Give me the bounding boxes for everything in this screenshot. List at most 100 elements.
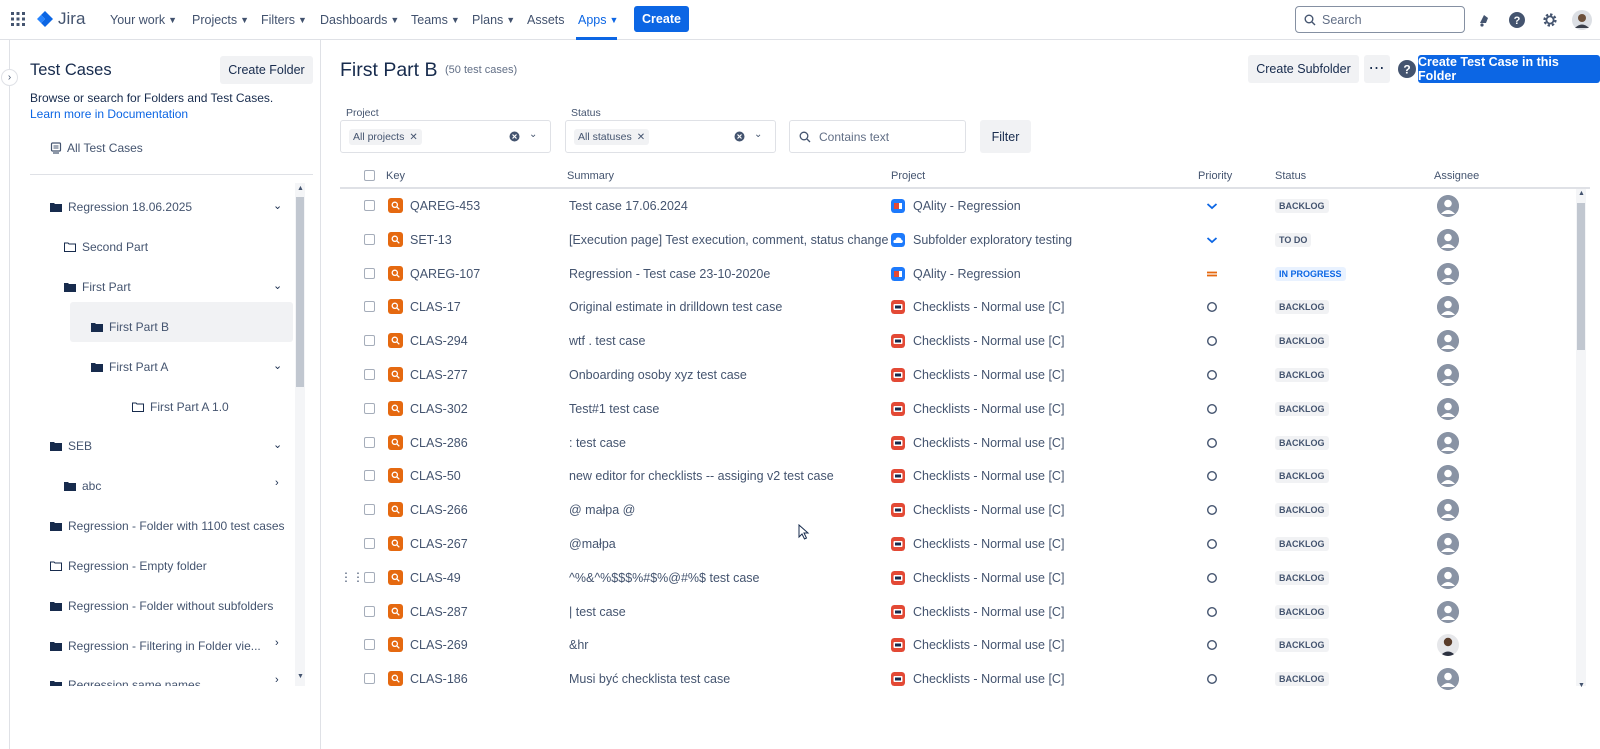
tree-item-first-part-a[interactable]: First Part A xyxy=(91,357,168,377)
tree-item-abc[interactable]: abc xyxy=(64,476,101,496)
table-row[interactable]: CLAS-277 Onboarding osoby xyz test case Ch… xyxy=(340,358,1570,392)
app-switcher-icon[interactable] xyxy=(10,11,26,27)
column-key[interactable]: Key xyxy=(386,170,405,182)
more-actions-button[interactable]: ⋯ xyxy=(1364,55,1390,83)
row-checkbox[interactable] xyxy=(364,233,375,245)
contains-text-input[interactable]: Contains text xyxy=(789,120,966,153)
status-badge[interactable]: BACKLOG xyxy=(1275,435,1329,450)
nav-projects[interactable]: Projects ▼ xyxy=(192,12,249,28)
scroll-down-arrow-icon[interactable]: ▼ xyxy=(297,673,304,680)
issue-key-link[interactable]: CLAS-50 xyxy=(410,469,461,483)
search-input[interactable]: Search xyxy=(1295,6,1465,33)
unassigned-avatar-icon[interactable] xyxy=(1437,397,1459,420)
issue-key-link[interactable]: CLAS-186 xyxy=(410,672,468,686)
row-checkbox[interactable] xyxy=(364,267,375,279)
chevron-right-icon[interactable]: › xyxy=(275,477,279,489)
issue-summary-link[interactable]: @ małpa @ xyxy=(569,503,635,517)
column-priority[interactable]: Priority xyxy=(1198,170,1232,182)
create-folder-button[interactable]: Create Folder xyxy=(220,56,313,84)
project-name[interactable]: Checklists - Normal use [C] xyxy=(913,368,1064,382)
issue-summary-link[interactable]: @małpa xyxy=(569,537,616,551)
notifications-icon[interactable] xyxy=(1474,10,1494,30)
help-icon[interactable]: ? xyxy=(1507,10,1527,30)
project-name[interactable]: Checklists - Normal use [C] xyxy=(913,334,1064,348)
row-checkbox[interactable] xyxy=(364,200,375,211)
create-button[interactable]: Create xyxy=(634,6,689,32)
issue-summary-link[interactable]: Test case 17.06.2024 xyxy=(569,199,688,213)
tree-item-regression-no-subfolders[interactable]: Regression - Folder without subfolders xyxy=(50,596,273,616)
project-name[interactable]: Checklists - Normal use [C] xyxy=(913,503,1064,517)
issue-summary-link[interactable]: Original estimate in drilldown test case xyxy=(569,300,782,314)
status-badge[interactable]: BACKLOG xyxy=(1275,469,1329,484)
issue-key-link[interactable]: CLAS-302 xyxy=(410,402,468,416)
row-checkbox[interactable] xyxy=(364,402,375,414)
unassigned-avatar-icon[interactable] xyxy=(1437,296,1459,319)
unassigned-avatar-icon[interactable] xyxy=(1437,228,1459,251)
unassigned-avatar-icon[interactable] xyxy=(1437,195,1459,217)
remove-chip-icon[interactable]: ✕ xyxy=(409,132,417,143)
table-row[interactable]: CLAS-266 @ małpa @ Checklists - Normal use… xyxy=(340,493,1570,527)
tree-item-regression-folder-1100[interactable]: Regression - Folder with 1100 test cases xyxy=(50,516,285,536)
issue-key-link[interactable]: CLAS-286 xyxy=(410,436,468,450)
status-badge[interactable]: BACKLOG xyxy=(1275,570,1329,585)
unassigned-avatar-icon[interactable] xyxy=(1437,533,1459,555)
unassigned-avatar-icon[interactable] xyxy=(1437,262,1459,285)
tree-item-first-part[interactable]: First Part xyxy=(64,277,131,297)
project-name[interactable]: Checklists - Normal use [C] xyxy=(913,672,1064,686)
issue-summary-link[interactable]: Test#1 test case xyxy=(569,402,659,416)
project-name[interactable]: Checklists - Normal use [C] xyxy=(913,571,1064,585)
nav-dashboards[interactable]: Dashboards ▼ xyxy=(320,12,399,28)
issue-key-link[interactable]: SET-13 xyxy=(410,233,452,247)
table-scrollbar-thumb[interactable] xyxy=(1577,203,1585,350)
expand-sidebar-button[interactable]: › xyxy=(1,69,18,86)
scroll-up-arrow-icon[interactable]: ▲ xyxy=(1578,190,1585,197)
tree-item-regression-18-06-2025[interactable]: Regression 18.06.2025 xyxy=(50,197,192,217)
issue-key-link[interactable]: CLAS-267 xyxy=(410,537,468,551)
issue-key-link[interactable]: CLAS-269 xyxy=(410,638,468,652)
issue-summary-link[interactable]: &hr xyxy=(569,638,588,652)
row-checkbox[interactable] xyxy=(364,605,375,617)
column-project[interactable]: Project xyxy=(891,170,925,182)
nav-assets[interactable]: Assets xyxy=(527,12,565,28)
status-badge[interactable]: BACKLOG xyxy=(1275,537,1329,551)
nav-filters[interactable]: Filters ▼ xyxy=(261,12,307,28)
issue-key-link[interactable]: CLAS-277 xyxy=(410,368,468,382)
status-badge[interactable]: IN PROGRESS xyxy=(1275,266,1346,281)
table-row[interactable]: CLAS-267 @małpa Checklists - Normal use [C… xyxy=(340,527,1570,561)
project-name[interactable]: Checklists - Normal use [C] xyxy=(913,605,1064,619)
project-name[interactable]: QAlity - Regression xyxy=(913,267,1021,281)
project-filter-select[interactable]: All projects ✕ ⌄ xyxy=(340,120,551,153)
unassigned-avatar-icon[interactable] xyxy=(1437,431,1459,454)
table-row[interactable]: CLAS-294 wtf . test case Checklists - Norm… xyxy=(340,324,1570,358)
status-badge[interactable]: BACKLOG xyxy=(1275,334,1329,349)
issue-summary-link[interactable]: [Execution page] Test execution, comment… xyxy=(569,233,888,247)
tree-item-regression-same-names[interactable]: Regression same names xyxy=(50,676,201,686)
issue-summary-link[interactable]: Musi być checklista test case xyxy=(569,672,730,686)
unassigned-avatar-icon[interactable] xyxy=(1437,330,1459,353)
row-checkbox[interactable] xyxy=(364,504,375,516)
tree-item-second-part[interactable]: Second Part xyxy=(64,237,148,257)
unassigned-avatar-icon[interactable] xyxy=(1437,364,1459,386)
remove-chip-icon[interactable]: ✕ xyxy=(637,132,645,143)
row-checkbox[interactable] xyxy=(364,639,375,651)
project-name[interactable]: Checklists - Normal use [C] xyxy=(913,537,1064,551)
status-badge[interactable]: BACKLOG xyxy=(1275,368,1329,382)
issue-key-link[interactable]: CLAS-287 xyxy=(410,605,468,619)
issue-summary-link[interactable]: ^%&^%$$$%#$%@#%$ test case xyxy=(569,571,760,585)
clear-icon[interactable] xyxy=(734,131,745,142)
project-name[interactable]: Checklists - Normal use [C] xyxy=(913,638,1064,652)
issue-summary-link[interactable]: Onboarding osoby xyz test case xyxy=(569,368,747,382)
row-checkbox[interactable] xyxy=(364,335,375,347)
assignee-avatar[interactable] xyxy=(1437,634,1459,657)
status-badge[interactable]: BACKLOG xyxy=(1275,300,1329,315)
status-badge[interactable]: BACKLOG xyxy=(1275,604,1329,619)
column-assignee[interactable]: Assignee xyxy=(1434,170,1479,182)
tree-item-first-part-a-1-0[interactable]: First Part A 1.0 xyxy=(132,397,229,417)
project-name[interactable]: Subfolder exploratory testing xyxy=(913,233,1072,247)
chevron-right-icon[interactable]: › xyxy=(275,674,279,686)
table-row[interactable]: QAREG-453 Test case 17.06.2024 QAlity - Re… xyxy=(340,189,1570,223)
create-test-case-button[interactable]: Create Test Case in this Folder xyxy=(1418,55,1600,83)
nav-teams[interactable]: Teams ▼ xyxy=(411,12,460,28)
chevron-down-icon[interactable]: ⌄ xyxy=(529,129,537,140)
tree-item-first-part-b[interactable]: First Part B xyxy=(91,317,169,337)
